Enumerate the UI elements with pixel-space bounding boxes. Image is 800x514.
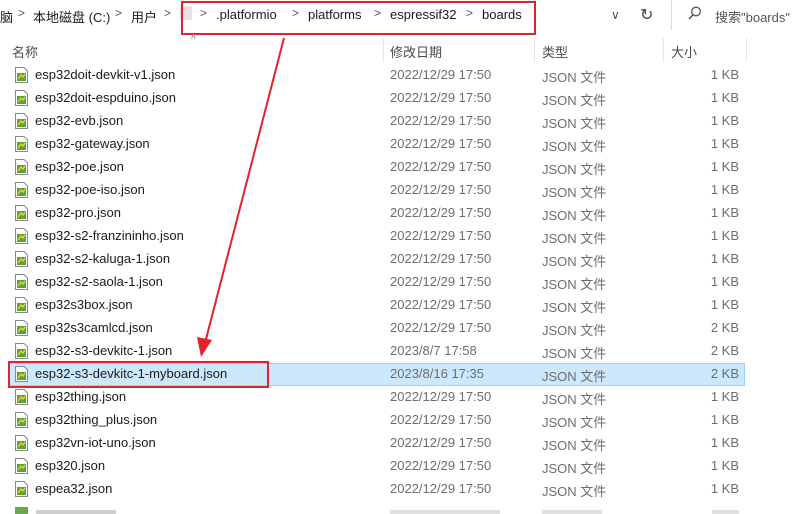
annotation-arrow — [197, 37, 285, 357]
